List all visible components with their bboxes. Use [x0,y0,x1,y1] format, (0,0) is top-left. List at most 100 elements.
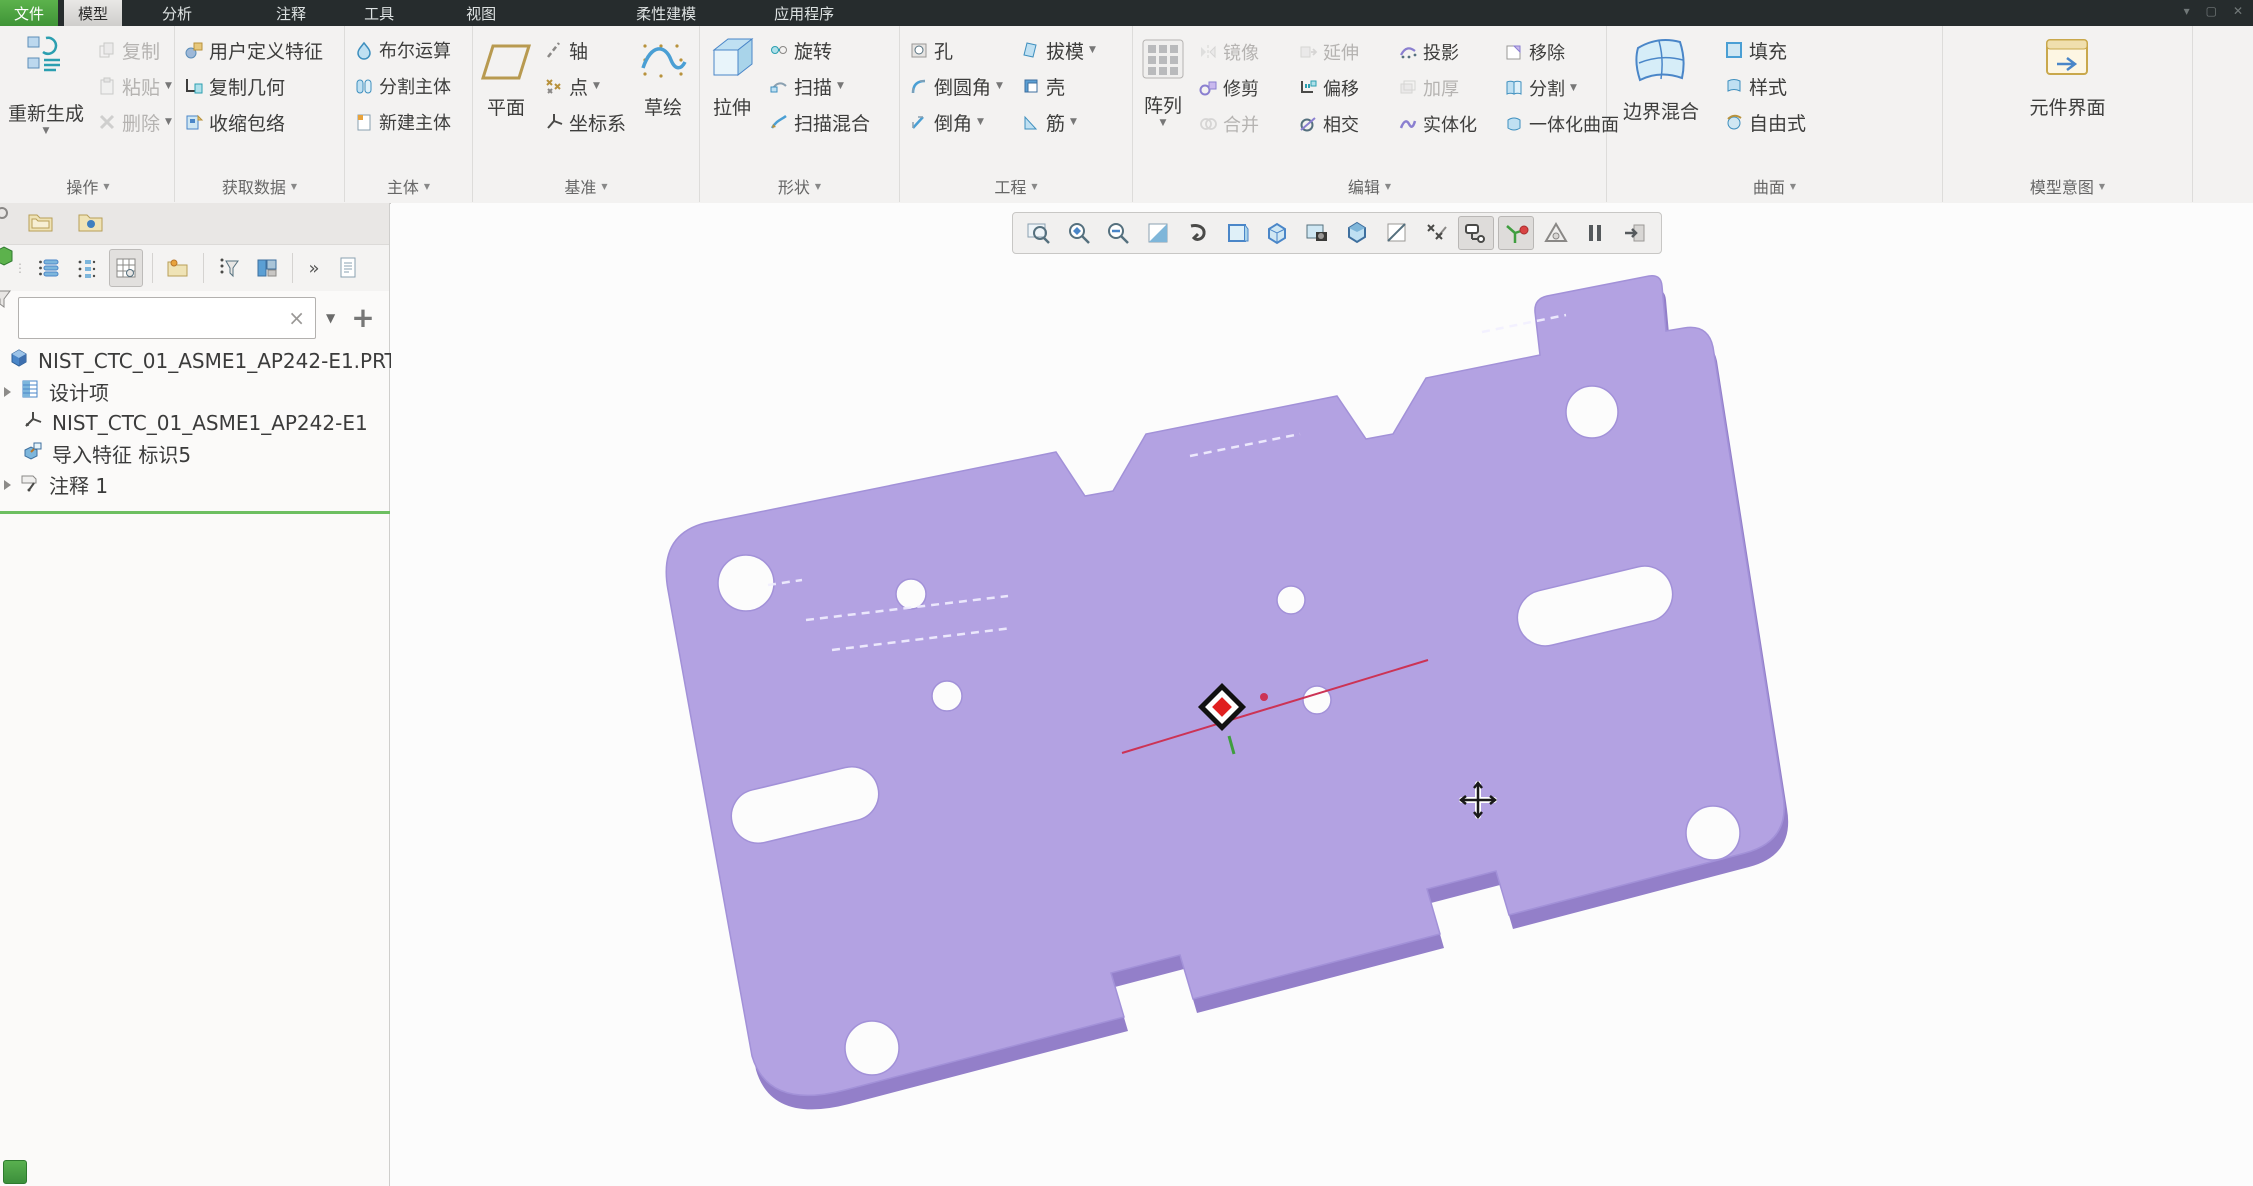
group-label-engineering[interactable]: 工程▼ [900,174,1132,198]
expand-arrow-icon[interactable] [4,480,11,490]
tree-item-annotation[interactable]: 注释 1 [0,469,389,500]
copy-geometry-button[interactable]: 复制几何 [179,68,328,104]
tree-root-item[interactable]: NIST_CTC_01_ASME1_AP242-E1.PRT [0,345,389,376]
shrinkwrap-button[interactable]: 收缩包络 [179,104,328,140]
window-controls[interactable]: ▾ ▢ ✕ [2184,4,2243,18]
axis-button[interactable]: 轴 [539,32,631,68]
folder-options-icon[interactable] [162,250,194,286]
chamfer-button[interactable]: 倒角 ▼ [904,104,1008,140]
remove-icon [1504,42,1524,62]
project-button[interactable]: 投影 [1393,34,1499,70]
style-button[interactable]: 样式 [1719,68,1811,104]
extrude-button[interactable]: 拉伸 [700,32,764,120]
tab-applications[interactable]: 应用程序 [760,0,848,26]
graphics-area[interactable] [391,203,2253,1186]
udf-button[interactable]: 用户定义特征 [179,32,328,68]
tab-flexible-modeling[interactable]: 柔性建模 [622,0,710,26]
hole-icon [909,40,929,60]
group-label-editing[interactable]: 编辑▼ [1133,174,1606,198]
status-green-icon[interactable] [3,1160,27,1184]
tab-analysis[interactable]: 分析 [148,0,206,26]
pattern-button[interactable]: 阵列 ▼ [1133,32,1193,128]
part-viewport [391,203,2253,1186]
tab-annotate[interactable]: 注释 [262,0,320,26]
tab-model[interactable]: 模型 [64,0,122,26]
round-button[interactable]: 倒圆角 ▼ [904,68,1008,104]
tree-search-input[interactable] [19,298,278,338]
group-label-operations[interactable]: 操作▼ [2,174,174,198]
filter-icon[interactable] [213,250,245,286]
folder-browser-icon[interactable] [76,209,106,239]
paste-button[interactable]: 粘贴 ▼ [92,68,177,104]
tab-file[interactable]: 文件 [0,0,58,26]
detail-view-icon[interactable] [71,250,103,286]
list-view-icon[interactable] [33,250,65,286]
merge-button[interactable]: 合并 [1193,106,1293,142]
model-tree: NIST_CTC_01_ASME1_AP242-E1.PRT 设计项 NIST_… [0,345,389,500]
report-icon[interactable] [332,250,364,286]
tab-tools[interactable]: 工具 [350,0,408,26]
draft-button[interactable]: 拔模 ▼ [1016,32,1101,68]
plane-button[interactable]: 平面 [473,32,539,120]
fill-button[interactable]: 填充 [1719,32,1811,68]
dropdown-arrow-icon: ▼ [165,81,172,91]
tab-view[interactable]: 视图 [452,0,510,26]
close-icon[interactable]: ✕ [2233,4,2243,18]
tree-item-design-items[interactable]: 设计项 [0,376,389,407]
dropdown-arrow-icon: ▼ [1160,118,1167,128]
revolve-button[interactable]: 旋转 [764,32,875,68]
split-body-button[interactable]: 分割主体 [349,68,456,104]
group-label-datum[interactable]: 基准▼ [473,174,699,198]
boundary-blend-icon [1628,34,1694,93]
shell-button[interactable]: 壳 [1016,68,1101,104]
tree-search-box[interactable]: × [18,297,316,339]
expand-arrow-icon[interactable] [4,387,11,397]
copy-button[interactable]: 复制 [92,32,177,68]
boundary-blend-button[interactable]: 边界混合 [1617,32,1705,124]
tree-settings-icon[interactable] [251,250,283,286]
group-label-surfaces[interactable]: 曲面▼ [1607,174,1942,198]
point-button[interactable]: 点 ▼ [539,68,631,104]
restore-icon[interactable]: ▢ [2206,4,2217,18]
mirror-button[interactable]: 镜像 [1193,34,1293,70]
sketch-button[interactable]: 草绘 [631,32,695,120]
tree-item-csys[interactable]: NIST_CTC_01_ASME1_AP242-E1 [0,407,389,438]
component-interface-button[interactable]: 元件界面 [2023,32,2111,120]
regenerate-button[interactable]: 重新生成 ▼ [2,32,90,136]
plane-icon [479,40,533,89]
tree-columns-icon[interactable] [109,249,143,287]
group-label-get-data[interactable]: 获取数据▼ [175,174,344,198]
offset-button[interactable]: 偏移 [1293,70,1393,106]
thicken-button[interactable]: 加厚 [1393,70,1499,106]
sweep-button[interactable]: 扫描 ▼ [764,68,875,104]
freestyle-button[interactable]: 自由式 [1719,104,1811,140]
boolean-operations-button[interactable]: 布尔运算 [349,32,456,68]
ribbon-group-body: 布尔运算 分割主体 新建主体 主体▼ [345,26,473,202]
minimize-icon[interactable]: ▾ [2184,4,2190,18]
model-tree-folder-icon[interactable] [26,209,60,239]
trim-button[interactable]: 修剪 [1193,70,1293,106]
tree-item-import-feature[interactable]: 导入特征 标识5 [0,438,389,469]
dropdown-arrow-icon: ▼ [977,117,984,127]
coordinate-system-button[interactable]: 坐标系 [539,104,631,140]
divide-icon [1504,78,1524,98]
group-label-shapes[interactable]: 形状▼ [700,174,899,198]
swept-blend-button[interactable]: 扫描混合 [764,104,875,140]
extend-button[interactable]: 延伸 [1293,34,1393,70]
part-body[interactable] [666,276,1784,1096]
more-icon[interactable]: » [302,250,326,286]
dropdown-arrow-icon: ▼ [165,117,172,127]
add-filter-icon[interactable]: + [351,308,374,328]
new-body-button[interactable]: 新建主体 [349,104,456,140]
clear-icon[interactable]: × [278,306,315,330]
hole-button[interactable]: 孔 [904,32,1008,68]
freestyle-icon [1724,112,1744,132]
rib-button[interactable]: 筋 ▼ [1016,104,1101,140]
intersect-button[interactable]: 相交 [1293,106,1393,142]
search-dropdown-icon[interactable]: ▼ [326,311,335,325]
solidify-button[interactable]: 实体化 [1393,106,1499,142]
delete-button[interactable]: 删除 ▼ [92,104,177,140]
group-label-model-intent[interactable]: 模型意图▼ [1943,174,2192,198]
group-label-body[interactable]: 主体▼ [345,174,472,198]
rib-icon [1021,112,1041,132]
